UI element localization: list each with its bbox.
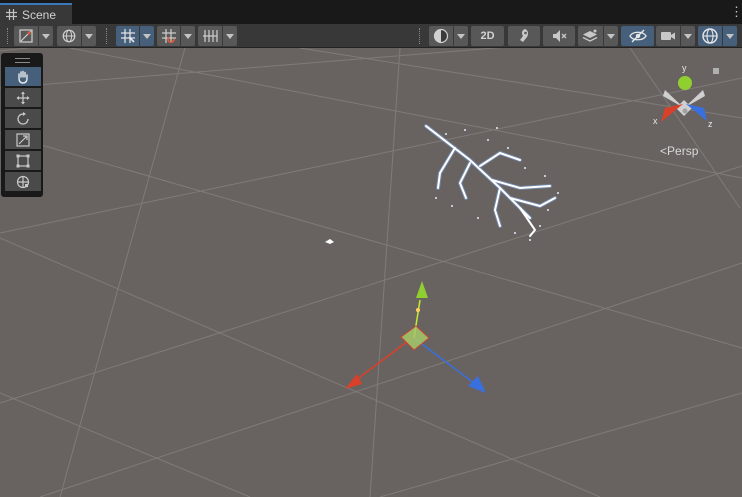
increment-snap-dropdown[interactable]: [157, 26, 195, 46]
panel-drag-handle[interactable]: [15, 58, 30, 63]
gizmo-x-label: x: [653, 116, 658, 126]
scale-tool-button[interactable]: [5, 130, 41, 149]
render-mode-dropdown[interactable]: [429, 26, 468, 46]
scene-grid-icon: [6, 9, 17, 20]
chevron-down-icon: [38, 26, 53, 46]
chevron-down-icon: [81, 26, 96, 46]
scene-grid: [0, 48, 742, 497]
chevron-down-icon: [680, 26, 695, 46]
tab-scene[interactable]: Scene: [0, 3, 72, 24]
rect-icon: [16, 154, 30, 167]
chevron-down-icon: [453, 26, 468, 46]
grid-visibility-dropdown[interactable]: [198, 26, 237, 46]
shading-mode-icon: [19, 29, 33, 43]
lighting-icon: [520, 29, 529, 42]
move-tool-button[interactable]: [5, 88, 41, 107]
hand-icon: [18, 70, 28, 84]
gizmo-z-label: z: [708, 119, 713, 129]
scene-canvas[interactable]: y x z: [0, 48, 742, 497]
increment-snap-icon: [162, 29, 176, 43]
mode-2d-label: 2D: [480, 30, 495, 42]
effects-layers-icon: [582, 29, 598, 42]
audio-mute-icon: [553, 30, 567, 42]
toolbar-grip: [106, 28, 109, 44]
scene-visibility-toggle[interactable]: [621, 26, 654, 46]
transform-icon: [16, 175, 30, 188]
scale-icon: [16, 132, 30, 147]
tab-label: Scene: [22, 7, 57, 22]
projection-toggle[interactable]: <Persp: [660, 144, 698, 158]
light-gizmo-icon[interactable]: [325, 239, 334, 244]
chevron-down-icon: [603, 26, 618, 46]
projection-label: Persp: [667, 144, 699, 158]
rect-tool-button[interactable]: [5, 151, 41, 170]
audio-toggle[interactable]: [543, 26, 575, 46]
toolbar-grip: [419, 28, 422, 44]
chevron-down-icon: [222, 26, 237, 46]
lighting-toggle[interactable]: [508, 26, 540, 46]
z-axis-arrow[interactable]: [468, 376, 486, 393]
x-axis-arrow[interactable]: [345, 374, 362, 389]
global-local-dropdown[interactable]: [57, 26, 96, 46]
scene-toolbar: 2D: [0, 24, 742, 48]
effects-dropdown[interactable]: [578, 26, 618, 46]
grid-visibility-icon: [203, 30, 218, 42]
kebab-menu-icon[interactable]: ⋮: [730, 5, 742, 19]
move-transform-handle[interactable]: [345, 281, 486, 393]
scene-viewport[interactable]: y x z: [0, 48, 742, 497]
draw-mode-dropdown[interactable]: [14, 26, 53, 46]
grid-snap-toggle[interactable]: [116, 26, 154, 46]
y-axis-cone[interactable]: [678, 76, 692, 90]
gizmos-dropdown[interactable]: [698, 26, 737, 46]
chevron-down-icon: [722, 26, 737, 46]
toolbar-grip: [7, 28, 10, 44]
transform-tool-button[interactable]: [5, 172, 41, 191]
persp-icon: <: [660, 144, 668, 158]
scene-visibility-icon: [628, 29, 647, 43]
shaded-sphere-icon: [433, 28, 449, 44]
tool-overlay-panel: [1, 53, 43, 197]
gizmos-icon: [702, 28, 718, 44]
grid-snap-icon: [121, 29, 135, 43]
camera-icon: [661, 32, 675, 40]
tab-bar: Scene ⋮: [0, 0, 742, 24]
gizmo-y-label: y: [682, 63, 687, 73]
rotate-tool-button[interactable]: [5, 109, 41, 128]
lightning-particle-object[interactable]: [424, 124, 559, 241]
camera-dropdown[interactable]: [656, 26, 695, 46]
rotate-icon: [17, 111, 29, 125]
global-sphere-icon: [62, 29, 76, 43]
toggle-2d-button[interactable]: 2D: [471, 26, 504, 46]
y-axis-arrow[interactable]: [416, 281, 428, 298]
hand-tool-button[interactable]: [5, 67, 41, 86]
gizmo-lock-icon[interactable]: [713, 68, 719, 74]
z-axis-cone[interactable]: [686, 104, 707, 121]
move-arrows-icon: [16, 91, 30, 104]
chevron-down-icon: [180, 26, 195, 46]
chevron-down-icon: [139, 26, 154, 46]
